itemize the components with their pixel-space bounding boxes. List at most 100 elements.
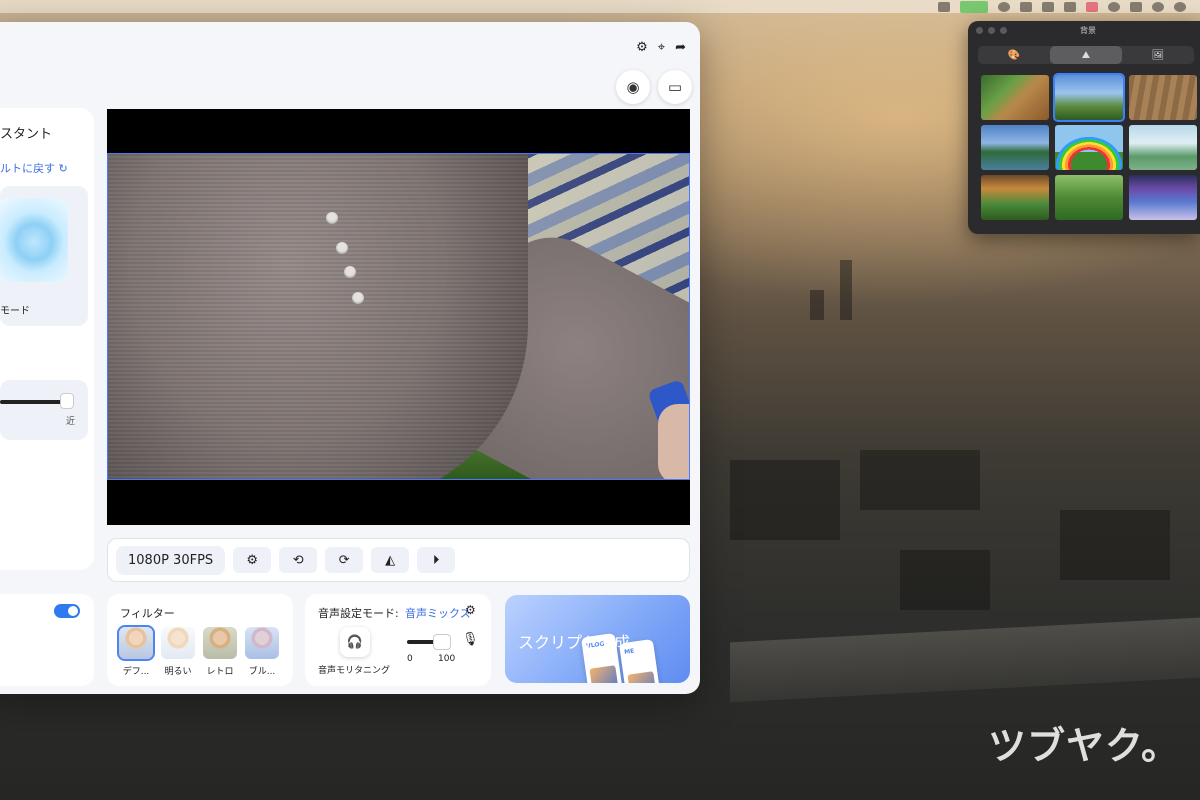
camera-controls-bar: 1080P 30FPS ⚙ ⟲ ⟳ ◭ ⏵ [107,538,690,582]
shirt-button [352,292,364,304]
background-thumbnail[interactable] [1129,175,1197,220]
rotate-right-button[interactable]: ⟳ [325,547,364,573]
toggle-card [0,594,94,686]
mode-thumbnail [0,198,68,282]
background-thumbnail[interactable] [1055,125,1123,170]
person-hand [658,404,689,479]
cloud-icon[interactable] [998,1,1010,12]
river-background [730,617,1200,703]
volume-max-label: 100 [438,654,456,664]
assistant-panel: スタント ルトに戻す ↻ モード 近 [0,108,94,570]
mode-label: モード [0,306,30,317]
distance-slider-knob[interactable] [60,393,74,409]
camera-feed[interactable] [107,153,690,480]
webcam-button[interactable]: ◉ [616,70,650,104]
share-icon[interactable]: ➦ [675,40,686,55]
filter-name: レトロ [206,667,234,677]
palette-title: 背景 [1080,26,1096,35]
screen-layout-button[interactable]: ▭ [658,70,692,104]
filter-title: フィルター [120,607,175,620]
audio-settings-icon[interactable]: ⚙ [465,603,476,617]
mail-icon[interactable] [1086,1,1098,12]
grammar-icon[interactable] [1108,1,1120,12]
audio-mode-value[interactable]: 音声ミックス [405,605,471,621]
menu-bar [0,0,1200,13]
volume-slider-knob[interactable] [433,634,451,650]
distance-slider-card: 近 [0,380,88,440]
filter-item[interactable]: 明るい [161,627,195,677]
tab-color[interactable]: 🎨 [978,46,1050,64]
filter-item[interactable]: ブル... [245,627,279,677]
filter-name: 明るい [164,667,192,677]
slider-near-label: 近 [66,417,76,427]
filter-card: フィルター デフ... 明るい レトロ ブル... [107,594,293,686]
dropbox-icon[interactable] [1064,1,1076,12]
filter-list: デフ... 明るい レトロ ブル... [117,625,279,677]
screen-icon: ▭ [667,78,683,96]
filter-name: ブル... [248,667,276,677]
filter-item[interactable]: レトロ [203,627,237,677]
background-thumbnail[interactable] [981,125,1049,170]
background-thumbnail[interactable] [1055,175,1123,220]
app-icon[interactable] [938,1,950,12]
audio-monitoring-label: 音声モリタニング [318,666,391,676]
palette-tabs: 🎨 ⛰ 🖼 [978,46,1194,64]
video-preview [107,109,690,525]
rotate-left-button[interactable]: ⟲ [279,547,318,573]
flip-vertical-button[interactable]: ⏵ [417,547,456,573]
shirt-button [336,242,348,254]
watermark-logo: ツブヤク。 [988,724,1180,768]
flip-vertical-icon: ⏵ [432,552,440,568]
headphones-icon[interactable] [1174,1,1186,12]
person-shirt [108,154,528,479]
background-grid [981,73,1197,220]
microphone-icon[interactable]: 🎙 [462,632,479,647]
tab-scenery[interactable]: ⛰ [1050,46,1122,64]
rotate-right-icon: ⟳ [338,552,350,568]
flip-horizontal-button[interactable]: ◭ [371,547,410,573]
phone-image [589,665,619,683]
filter-thumbnail [245,627,279,659]
gear-icon: ⚙ [246,552,258,568]
background-palette: 背景 🎨 ⛰ 🖼 [968,21,1200,234]
background-thumbnail[interactable] [1053,73,1125,122]
filter-thumbnail [117,625,155,661]
mode-card[interactable]: モード [0,186,88,326]
mountain-icon: ⛰ [1081,49,1091,61]
webcam-icon: ◉ [626,78,640,96]
phone-image [627,671,657,683]
note-icon[interactable] [1130,1,1142,12]
tab-image[interactable]: 🖼 [1122,46,1194,64]
reset-default-link[interactable]: ルトに戻す ↻ [0,160,68,176]
script-generate-button[interactable]: VLOG ME スクリプト生成 [505,595,690,683]
audio-mode-title: 音声設定モード: [318,607,399,620]
background-thumbnail[interactable] [1129,125,1197,170]
palette-icon: 🎨 [1007,49,1021,61]
app-window: ⚙ ⌖ ➦ ◉ ▭ スタント ルトに戻す ↻ モード 近 1080P 30FPS… [0,22,700,694]
background-thumbnail[interactable] [981,75,1049,120]
audio-card: 音声設定モード: 音声ミックス ⚙ 🎧 音声モリタニング 🎙 0 100 [305,594,491,686]
shield-icon[interactable] [1042,1,1054,12]
shirt-button [344,266,356,278]
script-generate-label: スクリプト生成 [518,633,631,652]
sketch-icon[interactable] [960,0,988,13]
assistant-title: スタント [0,127,53,142]
background-thumbnail[interactable] [981,175,1049,220]
background-thumbnail[interactable] [1129,75,1197,120]
feature-toggle[interactable] [54,604,80,618]
flip-horizontal-icon: ◭ [385,552,396,568]
play-icon[interactable] [1152,1,1164,12]
pin-icon[interactable]: ⌖ [658,40,665,55]
filter-item[interactable]: デフ... [117,625,155,677]
settings-icon[interactable]: ⚙ [636,40,648,55]
rotate-left-icon: ⟲ [292,552,304,568]
shirt-button [326,212,338,224]
distance-slider-track[interactable] [0,400,66,404]
filter-thumbnail [161,627,195,659]
audio-monitoring-button[interactable]: 🎧 [340,627,370,657]
headphones-icon: 🎧 [346,634,364,650]
camera-settings-button[interactable]: ⚙ [233,547,272,573]
resolution-label[interactable]: 1080P 30FPS [116,545,226,575]
filter-name: デフ... [122,667,150,677]
cursor-icon[interactable] [1020,1,1032,12]
